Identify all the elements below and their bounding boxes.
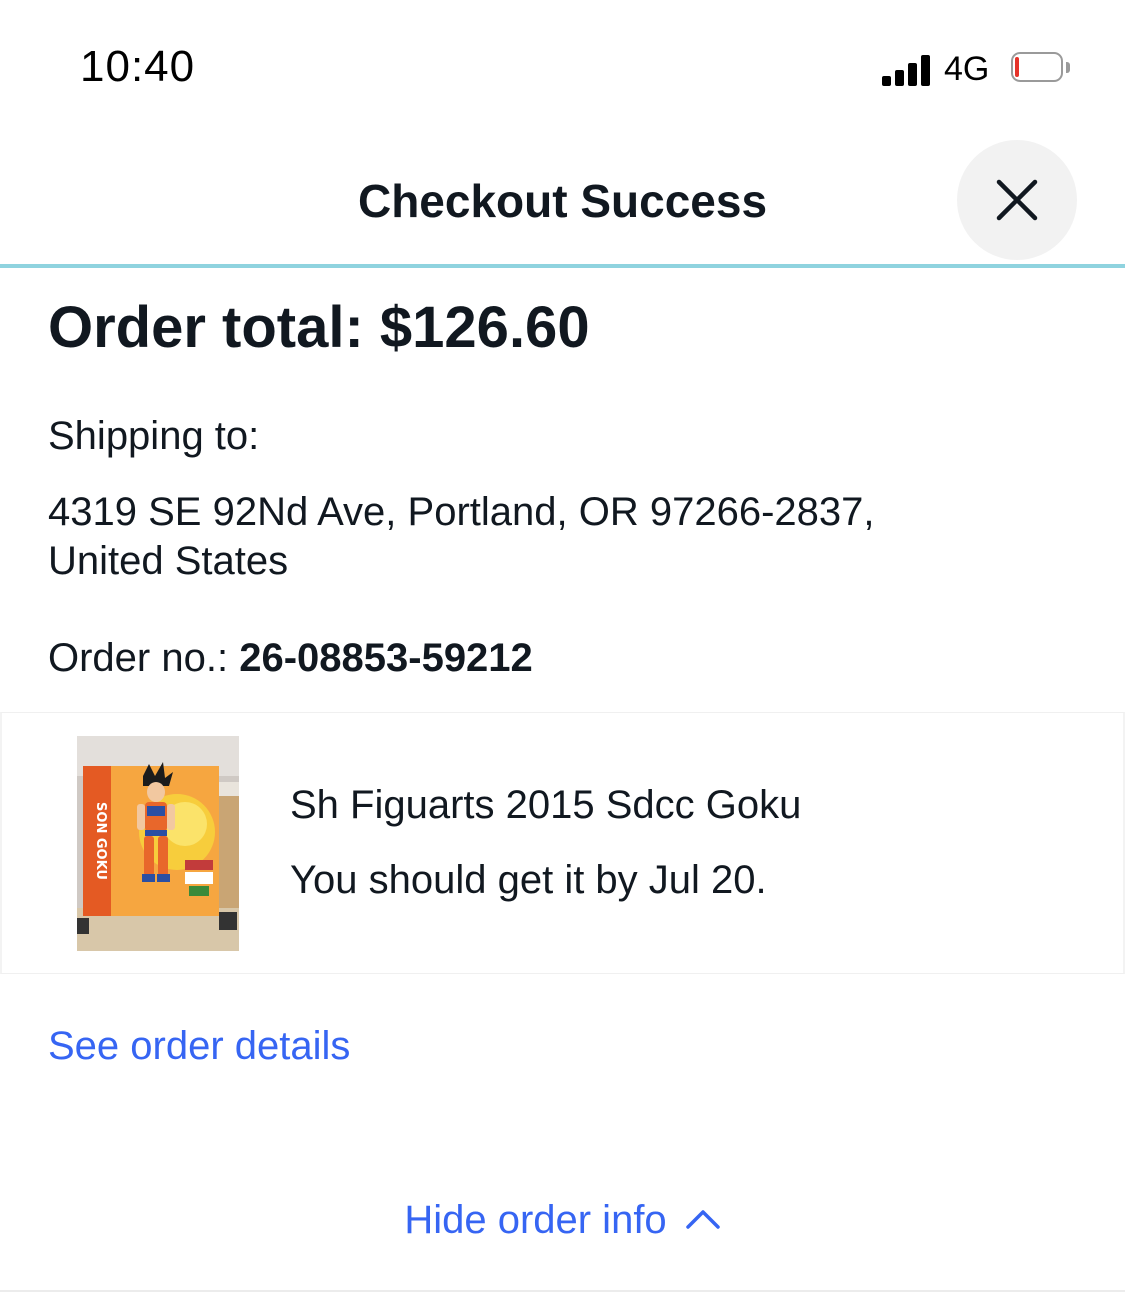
order-number: Order no.: 26-08853-59212 (48, 636, 533, 681)
shipping-label: Shipping to: (48, 414, 260, 458)
bottom-divider (0, 1290, 1125, 1292)
hide-order-info-button[interactable]: Hide order info (0, 1198, 1125, 1243)
order-total: Order total: $126.60 (48, 295, 590, 360)
shipping-address: 4319 SE 92Nd Ave, Portland, OR 97266-283… (48, 488, 1048, 586)
address-line-1: 4319 SE 92Nd Ave, Portland, OR 97266-283… (48, 490, 875, 534)
address-line-2: United States (48, 539, 289, 583)
order-number-value: 26-08853-59212 (239, 636, 533, 680)
battery-icon (1011, 52, 1070, 84)
battery-level (1015, 57, 1019, 77)
box-text: SON GOKU (93, 802, 108, 880)
hide-order-info-label: Hide order info (404, 1198, 667, 1242)
close-button[interactable] (957, 140, 1077, 260)
item-title[interactable]: Sh Figuarts 2015 Sdcc Goku (290, 783, 801, 828)
item-delivery-estimate: You should get it by Jul 20. (290, 858, 767, 902)
order-number-label: Order no.: (48, 636, 240, 680)
see-order-details-link[interactable]: See order details (48, 1024, 350, 1069)
status-bar: 10:40 4G (0, 0, 1125, 130)
signal-strength-icon (882, 54, 934, 86)
header: Checkout Success (0, 130, 1125, 265)
product-photo[interactable]: SON GOKU (77, 736, 239, 951)
close-icon (996, 179, 1038, 221)
order-item[interactable]: SON GOKU Sh Figuarts 2015 Sdcc Goku You … (0, 712, 1125, 974)
header-divider (0, 264, 1125, 268)
chevron-up-icon (685, 1210, 720, 1230)
network-type: 4G (944, 50, 990, 88)
status-time: 10:40 (80, 42, 196, 91)
